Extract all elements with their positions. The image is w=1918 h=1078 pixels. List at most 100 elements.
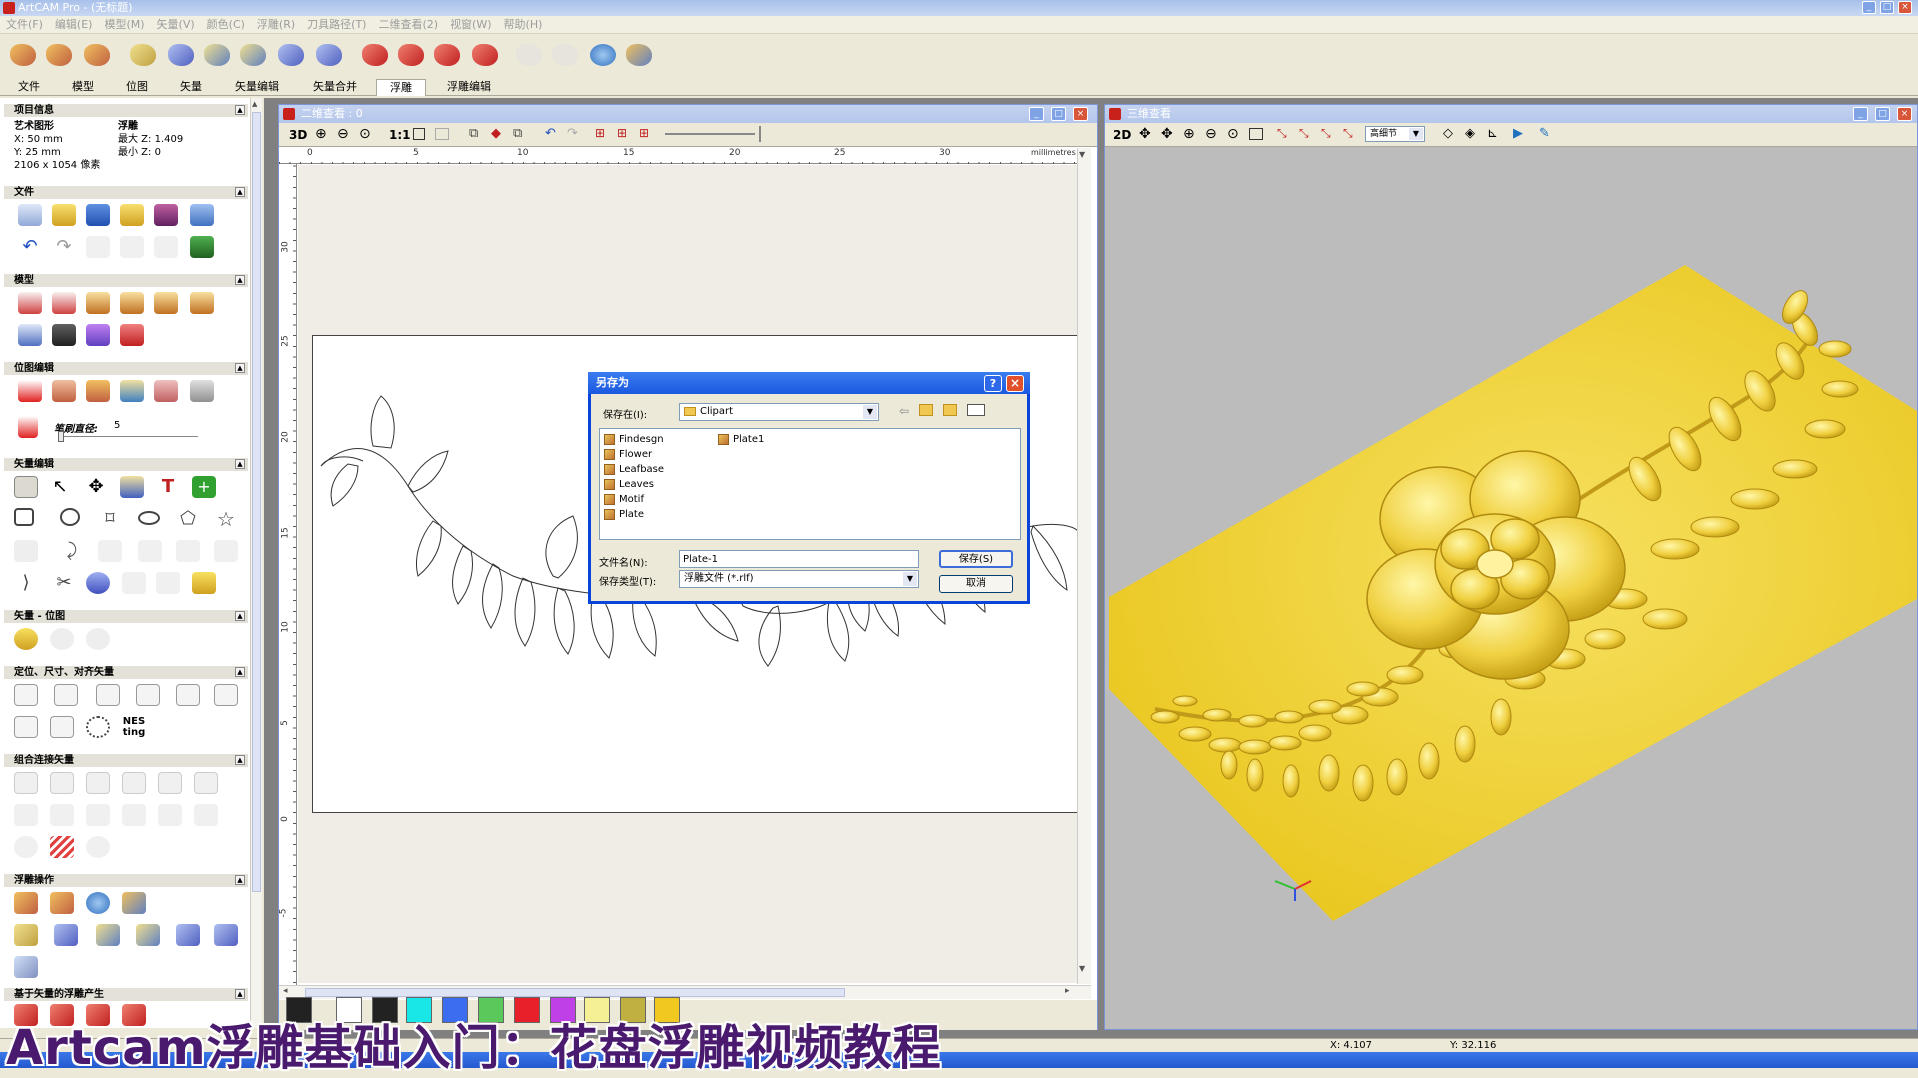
bitmap-icon[interactable] (190, 380, 214, 402)
snap-icon[interactable]: ⊞ (617, 126, 627, 140)
menu-color[interactable]: 颜色(C) (201, 16, 251, 34)
zoom-previous-icon[interactable]: ⊙ (1227, 126, 1239, 142)
sculpt-icon[interactable] (434, 44, 460, 66)
join-icon[interactable] (86, 804, 110, 826)
paint-icon[interactable] (86, 380, 110, 402)
scissors-icon[interactable]: ✂ (52, 572, 76, 594)
file-item[interactable]: Findesgn (604, 433, 664, 446)
scroll-up-icon[interactable]: ▲ (252, 100, 261, 110)
close-icon[interactable]: × (1898, 1, 1912, 14)
minimize-icon[interactable]: _ (1862, 1, 1876, 14)
file-item[interactable]: Leafbase (604, 463, 664, 476)
undo-icon[interactable]: ↶ (18, 236, 42, 258)
shape-icon[interactable] (96, 924, 120, 946)
section-project-info[interactable]: 项目信息 ▲ (4, 104, 248, 117)
collapse-icon[interactable]: ▲ (235, 755, 245, 765)
globe-icon[interactable] (86, 892, 110, 914)
diamond-icon[interactable]: ◇ (1443, 126, 1453, 141)
shape-icon[interactable] (214, 924, 238, 946)
section-vector-edit[interactable]: 矢量编辑 ▲ (4, 458, 248, 471)
vector-tool-icon[interactable] (156, 572, 180, 594)
tab-vector-merge[interactable]: 矢量合并 (300, 79, 370, 96)
tab-relief[interactable]: 浮雕 (376, 79, 426, 96)
open-folder-icon[interactable] (52, 204, 76, 226)
model-tool-icon[interactable] (86, 324, 110, 346)
vector-bitmap-icon[interactable] (86, 628, 110, 650)
vertical-scrollbar[interactable]: ▼ ▼ (1077, 148, 1091, 984)
layer-icon[interactable]: ⧉ (513, 126, 522, 141)
axis-view-icon[interactable]: ⤡ (1343, 126, 1353, 141)
import-icon[interactable] (120, 204, 144, 226)
tab-model[interactable]: 模型 (58, 79, 108, 96)
file-item[interactable]: Flower (604, 448, 652, 461)
plane-icon[interactable] (54, 924, 78, 946)
shape-icon[interactable] (136, 924, 160, 946)
filetype-select[interactable]: 浮雕文件 (*.rlf) ▼ (679, 570, 919, 588)
align-center-icon[interactable] (54, 684, 78, 706)
slider-track[interactable] (665, 133, 755, 135)
collapse-icon[interactable]: ▲ (235, 363, 245, 373)
vector-tool-icon[interactable] (176, 540, 200, 562)
save-in-select[interactable]: Clipart ▼ (679, 403, 879, 421)
section-relief-ops[interactable]: 浮雕操作 ▲ (4, 874, 248, 887)
join-icon[interactable] (122, 804, 146, 826)
vector-tool-icon[interactable] (138, 540, 162, 562)
scroll-down-icon[interactable]: ▼ (1079, 964, 1085, 973)
file-item[interactable]: Plate1 (718, 433, 764, 446)
globe-icon[interactable] (590, 44, 616, 66)
save-button[interactable]: 保存(S) (939, 550, 1013, 568)
offset-icon[interactable] (14, 836, 38, 858)
scroll-left-icon[interactable]: ◂ (283, 986, 288, 996)
left-panel-scrollbar[interactable]: ▲ (250, 98, 262, 1028)
axis-view-icon[interactable]: ⤡ (1321, 126, 1331, 141)
nesting-icon[interactable]: NES ting (122, 716, 146, 738)
pan-icon[interactable]: ✥ (1139, 126, 1151, 142)
new-folder-icon[interactable] (943, 404, 957, 416)
menu-2dview[interactable]: 二维查看(2) (372, 16, 444, 34)
copy-icon[interactable] (120, 236, 144, 258)
menu-model[interactable]: 模型(M) (98, 16, 150, 34)
file-item[interactable]: Motif (604, 493, 644, 506)
shape-icon[interactable] (316, 44, 342, 66)
vector-tool-icon[interactable] (122, 572, 146, 594)
arc-icon[interactable]: ⤸ (60, 540, 84, 562)
model-tool-icon[interactable] (154, 292, 178, 314)
rectangle-icon[interactable] (14, 508, 34, 526)
cancel-button[interactable]: 取消 (939, 575, 1013, 593)
section-vector-relief[interactable]: 基于矢量的浮雕产生 ▲ (4, 988, 248, 1001)
axis-view-icon[interactable]: ⤡ (1277, 126, 1287, 141)
help-icon[interactable]: ? (984, 375, 1002, 392)
align-right-icon[interactable] (214, 684, 238, 706)
rotate-icon[interactable]: ✥ (1161, 126, 1173, 142)
join-icon[interactable] (14, 804, 38, 826)
diamond-icon[interactable]: ◈ (1465, 126, 1475, 141)
maximize-icon[interactable]: □ (1875, 107, 1890, 121)
layer-icon[interactable]: ⧉ (469, 126, 478, 141)
zoom-out-icon[interactable]: ⊖ (337, 126, 349, 142)
chevron-down-icon[interactable]: ▼ (863, 405, 877, 419)
grid-icon[interactable] (190, 236, 214, 258)
size-icon[interactable] (14, 716, 38, 738)
select-arrow-icon[interactable] (14, 476, 38, 498)
combine-icon[interactable] (86, 772, 110, 794)
close-icon[interactable]: × (1006, 375, 1024, 392)
undo-icon[interactable]: ↶ (545, 126, 556, 141)
relief-op-icon[interactable] (14, 956, 38, 978)
collapse-icon[interactable]: ▲ (235, 667, 245, 677)
zoom-out-icon[interactable]: ⊖ (1205, 126, 1217, 142)
sculpt-icon[interactable] (398, 44, 424, 66)
window-2d-title-bar[interactable]: 二维查看 : 0 _ □ × (279, 105, 1097, 123)
join-icon[interactable] (158, 804, 182, 826)
scroll-thumb[interactable] (252, 112, 261, 892)
vector-tool-icon[interactable] (120, 476, 144, 498)
combine-icon[interactable] (14, 772, 38, 794)
vector-tool-icon[interactable] (214, 540, 238, 562)
star-icon[interactable]: ☆ (214, 508, 238, 530)
tab-relief-edit[interactable]: 浮雕编辑 (432, 79, 506, 96)
circle-icon[interactable] (60, 508, 80, 526)
back-icon[interactable]: ⇦ (899, 404, 909, 418)
transform-icon[interactable]: ✥ (84, 476, 108, 498)
tab-file[interactable]: 文件 (4, 79, 54, 96)
close-icon[interactable]: × (1073, 107, 1088, 121)
brush-slider-thumb[interactable] (58, 431, 64, 442)
